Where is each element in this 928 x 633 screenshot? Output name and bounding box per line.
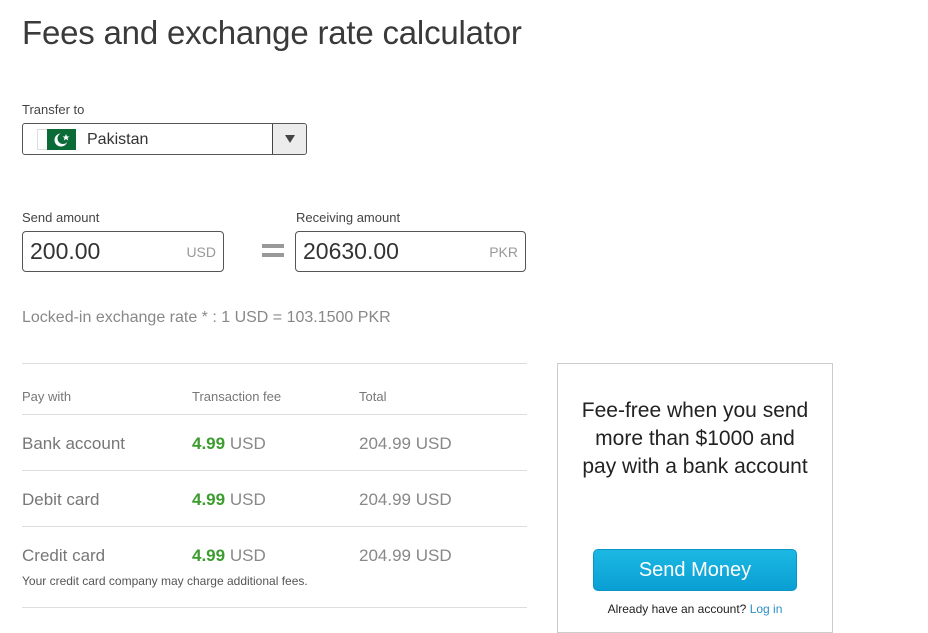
divider <box>22 607 527 608</box>
pay-method: Debit card <box>22 490 100 509</box>
transaction-fee: 4.99 USD <box>192 546 266 566</box>
transaction-fee: 4.99 USD <box>192 490 266 510</box>
table-row: Credit card 4.99 USD 204.99 USD Your cre… <box>22 527 527 607</box>
page-title: Fees and exchange rate calculator <box>22 14 522 51</box>
header-total: Total <box>359 389 387 404</box>
receiving-amount-field[interactable]: PKR <box>295 231 526 272</box>
send-money-button[interactable]: Send Money <box>593 549 797 591</box>
receiving-amount-input[interactable] <box>303 238 473 265</box>
total-amount: 204.99 USD <box>359 434 452 453</box>
fee-currency: USD <box>229 546 266 565</box>
fee-currency: USD <box>229 434 266 453</box>
header-transaction-fee: Transaction fee <box>192 389 282 404</box>
credit-card-note: Your credit card company may charge addi… <box>22 574 308 588</box>
chevron-down-icon <box>284 135 295 143</box>
selected-country: Pakistan <box>87 131 149 148</box>
total-amount: 204.99 USD <box>359 490 452 509</box>
transfer-to-label: Transfer to <box>22 102 85 117</box>
login-prompt: Already have an account? Log in <box>558 602 832 616</box>
send-amount-field[interactable]: USD <box>22 231 224 272</box>
promo-text: Fee-free when you send more than $1000 a… <box>581 399 809 478</box>
fee-table: Pay with Transaction fee Total Bank acco… <box>22 363 527 608</box>
login-link[interactable]: Log in <box>750 602 783 616</box>
pay-method: Bank account <box>22 434 126 453</box>
login-prompt-text: Already have an account? <box>607 602 747 616</box>
table-header: Pay with Transaction fee Total <box>22 364 527 414</box>
fee-amount: 4.99 <box>192 434 226 453</box>
receiving-amount-label: Receiving amount <box>296 210 401 225</box>
table-row: Debit card 4.99 USD 204.99 USD <box>22 471 527 526</box>
dropdown-toggle[interactable] <box>272 124 306 154</box>
fee-amount: 4.99 <box>192 490 226 509</box>
send-currency: USD <box>186 244 216 260</box>
header-pay-with: Pay with <box>22 389 72 404</box>
total-amount: 204.99 USD <box>359 546 452 565</box>
send-amount-input[interactable] <box>30 238 200 265</box>
pakistan-flag-icon <box>37 129 76 150</box>
exchange-rate-text: Locked-in exchange rate * : 1 USD = 103.… <box>22 309 391 326</box>
pay-method: Credit card <box>22 546 106 565</box>
equals-icon <box>262 244 284 262</box>
transaction-fee: 4.99 USD <box>192 434 266 454</box>
fee-currency: USD <box>229 490 266 509</box>
fee-amount: 4.99 <box>192 546 226 565</box>
send-amount-label: Send amount <box>22 210 100 225</box>
receiving-currency: PKR <box>489 244 518 260</box>
country-select[interactable]: Pakistan <box>22 123 307 155</box>
promo-panel: Fee-free when you send more than $1000 a… <box>557 363 833 633</box>
table-row: Bank account 4.99 USD 204.99 USD <box>22 415 527 470</box>
